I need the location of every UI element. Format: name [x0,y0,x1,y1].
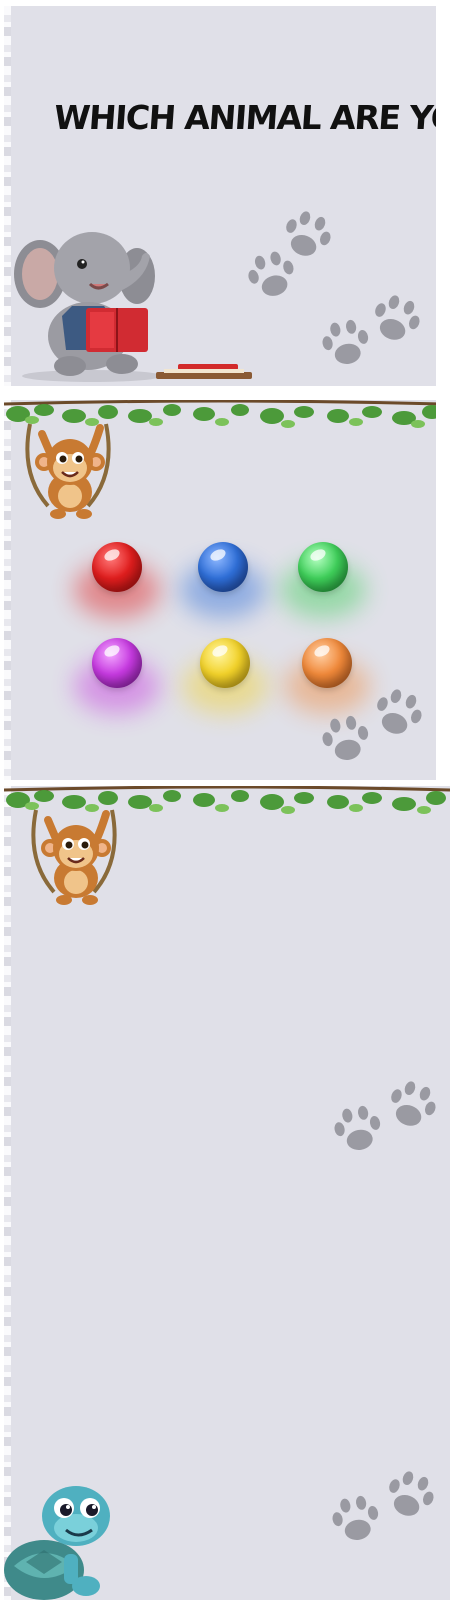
paw-print-icon [377,689,422,734]
orange-color-orb[interactable] [284,638,370,714]
yellow-color-orb[interactable] [182,638,268,714]
paw-print-icon [391,1081,436,1126]
blue-color-orb[interactable] [180,542,266,618]
paw-print-icon [322,319,369,364]
monkey-icon [31,809,117,905]
paw-print-icon [334,1105,381,1150]
intro-panel: WHICH ANIMAL ARE YOU? [4,6,436,386]
turtle-icon [4,1486,110,1600]
paw-print-icon [375,295,420,340]
books-icon [156,364,252,379]
elephant-icon [14,232,162,382]
paw-print-icon [332,1495,379,1540]
purple-color-orb[interactable] [74,638,160,714]
result-panel [4,786,450,1600]
paw-print-icon [322,715,369,760]
green-color-orb[interactable] [280,542,366,618]
monkey-icon [25,423,111,519]
paw-print-icon [389,1471,434,1516]
color-picker-panel [4,400,436,780]
red-color-orb[interactable] [74,542,160,618]
page-title: WHICH ANIMAL ARE YOU? [52,98,436,137]
